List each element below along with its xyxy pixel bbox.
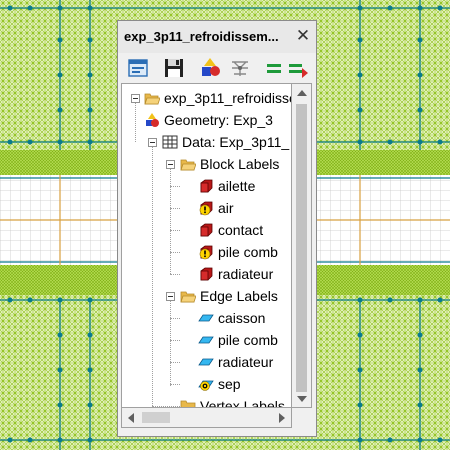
warning-edge-icon <box>198 376 214 392</box>
vertical-scrollbar[interactable] <box>292 83 312 408</box>
data-tree: exp_3p11_refroidisse Geometry: Exp_3 Dat… <box>121 83 292 408</box>
tree-item-label: Block Labels <box>200 156 280 172</box>
horizontal-scroll-thumb[interactable] <box>142 412 170 423</box>
edge-label-radiateur[interactable]: radiateur <box>198 352 273 372</box>
data-tree-panel: exp_3p11_refroidissem... ✕ exp_3p11_refr… <box>117 20 317 437</box>
tree-item-geometry[interactable]: Geometry: Exp_3 <box>144 110 273 130</box>
tree-item-label: pile comb <box>218 244 278 260</box>
expander-data[interactable] <box>148 138 157 147</box>
edge-label-sep[interactable]: sep <box>198 374 241 394</box>
equals-arrow-icon[interactable] <box>286 56 310 80</box>
red-cube-icon <box>198 178 214 194</box>
edge-label-caisson[interactable]: caisson <box>198 308 265 328</box>
warning-cube-icon <box>198 200 214 216</box>
scroll-left-icon[interactable] <box>128 413 134 423</box>
tree-item-label: Vertex Labels <box>200 398 285 408</box>
save-icon[interactable] <box>162 56 186 80</box>
tree-item-label: Edge Labels <box>200 288 278 304</box>
expander-block-labels[interactable] <box>166 160 175 169</box>
tree-item-label: radiateur <box>218 266 274 282</box>
window-icon[interactable] <box>126 56 150 80</box>
tree-item-label: air <box>218 200 234 216</box>
scrollbar-corner <box>292 408 312 428</box>
block-label-ailette[interactable]: ailette <box>198 176 255 196</box>
folder-open-icon <box>180 156 197 172</box>
close-icon[interactable]: ✕ <box>294 27 312 45</box>
folder-icon <box>180 398 196 407</box>
tree-item-label: Data: Exp_3p11_ <box>182 134 290 150</box>
mesh-icon[interactable] <box>228 56 252 80</box>
tree-item-vertex-labels[interactable]: Vertex Labels <box>180 396 285 408</box>
folder-open-icon <box>180 288 197 304</box>
red-cube-icon <box>198 222 214 238</box>
tree-item-data[interactable]: Data: Exp_3p11_ <box>162 132 289 152</box>
block-label-air[interactable]: air <box>198 198 234 218</box>
tree-item-label: radiateur <box>218 354 274 370</box>
panel-titlebar[interactable]: exp_3p11_refroidissem... ✕ <box>118 21 316 53</box>
tree-item-label: ailette <box>218 178 256 194</box>
block-label-pile-comb[interactable]: pile comb <box>198 242 278 262</box>
scroll-up-icon[interactable] <box>297 90 307 96</box>
scroll-right-icon[interactable] <box>279 413 285 423</box>
tree-item-root[interactable]: exp_3p11_refroidisse <box>144 88 292 108</box>
edge-icon <box>198 354 214 370</box>
edge-icon <box>198 310 214 326</box>
edge-icon <box>198 332 214 348</box>
shapes-icon <box>144 112 160 128</box>
horizontal-scrollbar[interactable] <box>121 408 292 428</box>
tree-item-label: Geometry: Exp_3 <box>164 112 273 128</box>
tree-item-label: caisson <box>218 310 266 326</box>
folder-open-icon <box>144 90 161 106</box>
tree-item-label: sep <box>218 376 241 392</box>
shapes-icon[interactable] <box>198 56 222 80</box>
tree-item-edge-labels[interactable]: Edge Labels <box>180 286 278 306</box>
tree-item-block-labels[interactable]: Block Labels <box>180 154 279 174</box>
expander-edge-labels[interactable] <box>166 292 175 301</box>
red-cube-icon <box>198 266 214 282</box>
scroll-down-icon[interactable] <box>297 396 307 402</box>
tree-item-label: exp_3p11_refroidisse <box>164 90 292 106</box>
tree-item-label: pile comb <box>218 332 278 348</box>
block-label-radiateur[interactable]: radiateur <box>198 264 273 284</box>
panel-toolbar <box>118 53 316 83</box>
panel-title: exp_3p11_refroidissem... <box>124 29 279 44</box>
warning-cube-icon <box>198 244 214 260</box>
block-label-contact[interactable]: contact <box>198 220 263 240</box>
equals-icon[interactable] <box>262 56 286 80</box>
edge-label-pile-comb[interactable]: pile comb <box>198 330 278 350</box>
tree-item-label: contact <box>218 222 264 238</box>
table-icon <box>162 134 178 150</box>
expander-root[interactable] <box>131 94 140 103</box>
vertical-scroll-thumb[interactable] <box>296 104 307 392</box>
